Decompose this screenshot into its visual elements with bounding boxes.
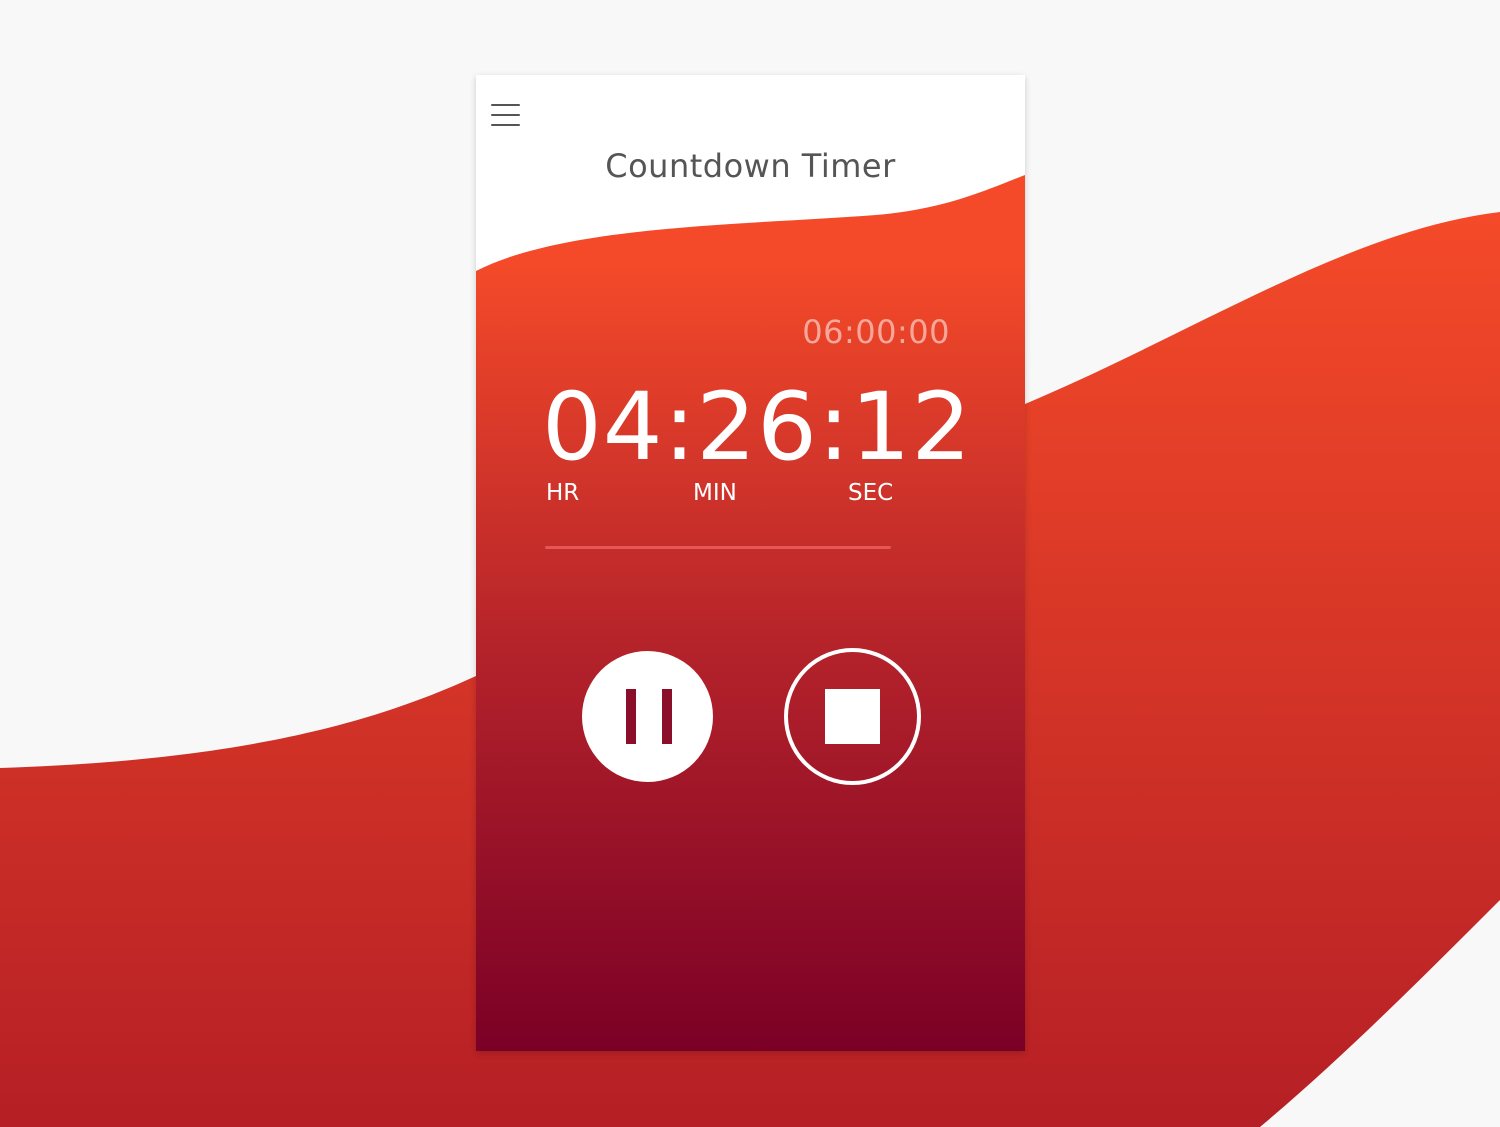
stop-button[interactable] (784, 648, 921, 785)
menu-button[interactable] (490, 101, 522, 129)
page-canvas: Countdown Timer 06:00:00 04:26:12 HR MIN… (0, 0, 1500, 1127)
page-title: Countdown Timer (605, 147, 896, 185)
seconds-label: SEC (848, 480, 894, 506)
stop-icon (825, 689, 880, 744)
total-duration: 06:00:00 (802, 313, 950, 351)
progress-bar (545, 546, 891, 549)
hours-label: HR (546, 480, 580, 506)
remaining-time-display: 04:26:12 (542, 373, 973, 482)
pause-button[interactable] (582, 651, 713, 782)
minutes-label: MIN (693, 480, 737, 506)
header-wave-background (476, 175, 1025, 1051)
phone-screen: Countdown Timer 06:00:00 04:26:12 HR MIN… (476, 75, 1025, 1051)
